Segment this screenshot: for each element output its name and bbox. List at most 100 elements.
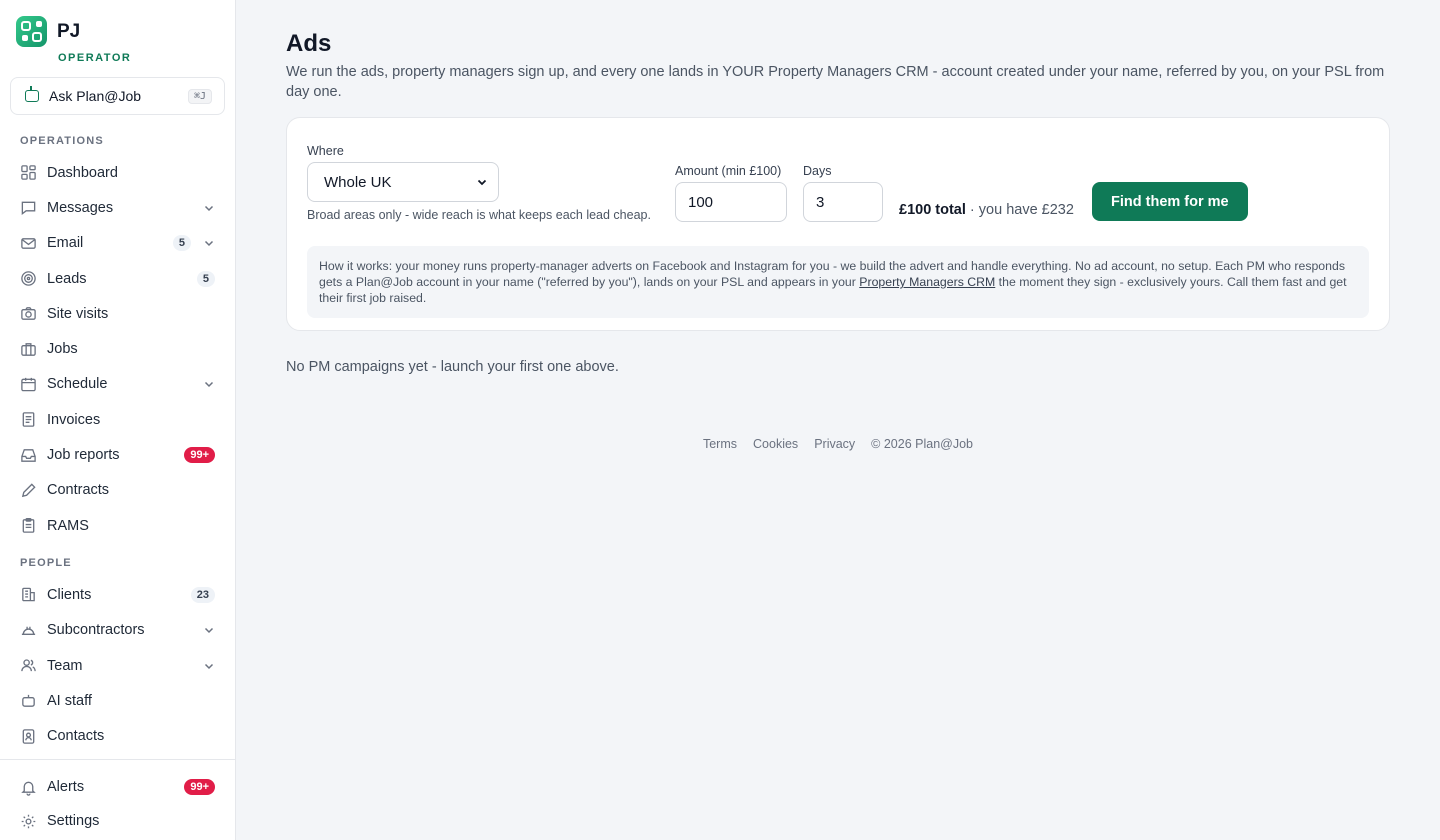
sidebar-item-label: AI staff <box>47 692 92 709</box>
clipboard-icon <box>22 518 35 533</box>
footer-copyright: © 2026 Plan@Job <box>871 437 973 451</box>
target-icon <box>21 271 36 286</box>
sidebar-footer: Alerts 99+ Settings <box>0 759 235 840</box>
main-content: Ads We run the ads, property managers si… <box>236 0 1440 840</box>
leads-count-badge: 5 <box>196 270 215 287</box>
days-input[interactable] <box>803 182 883 222</box>
find-them-button[interactable]: Find them for me <box>1092 182 1248 221</box>
sidebar-item-label: Jobs <box>47 341 78 358</box>
days-field: Days <box>803 164 883 222</box>
sidebar-item-team[interactable]: Team <box>10 648 225 683</box>
chevron-down-icon <box>477 179 487 186</box>
dashboard-icon <box>21 165 36 180</box>
brand-logo-icon <box>16 16 47 47</box>
budget-balance: · you have £232 <box>965 202 1074 218</box>
inbox-icon <box>21 448 36 462</box>
budget-total-amount: £100 total <box>899 202 966 218</box>
robot-icon <box>22 695 35 708</box>
sidebar-item-settings[interactable]: Settings <box>10 804 225 838</box>
sidebar-item-site-visits[interactable]: Site visits <box>10 296 225 331</box>
sidebar-item-email[interactable]: Email 5 <box>10 226 225 261</box>
sidebar-item-contracts[interactable]: Contracts <box>10 473 225 508</box>
empty-campaigns-message: No PM campaigns yet - launch your first … <box>286 359 619 375</box>
sidebar-item-alerts[interactable]: Alerts 99+ <box>10 770 225 804</box>
footer-privacy-link[interactable]: Privacy <box>814 437 855 451</box>
where-field: Where Whole UK Broad areas only - wide r… <box>307 144 651 222</box>
chevron-down-icon <box>204 205 214 211</box>
sidebar-item-subcontractors[interactable]: Subcontractors <box>10 613 225 648</box>
shortcut-hint: ⌘J <box>187 88 212 104</box>
sidebar-item-clients[interactable]: Clients 23 <box>10 577 225 612</box>
sidebar-item-label: Site visits <box>47 305 109 322</box>
sidebar-item-ai-staff[interactable]: AI staff <box>10 683 225 718</box>
sidebar: PJ OPERATOR Ask Plan@Job ⌘J OPERATIONS D… <box>0 0 236 840</box>
camera-icon <box>21 307 36 321</box>
gear-icon <box>21 814 36 828</box>
job-reports-badge: 99+ <box>184 447 215 464</box>
sidebar-item-label: Team <box>47 657 83 674</box>
where-hint: Broad areas only - wide reach is what ke… <box>307 208 651 222</box>
sidebar-item-label: Leads <box>47 270 87 287</box>
pen-icon <box>21 483 36 497</box>
sidebar-item-label: Subcontractors <box>47 622 145 639</box>
footer-cookies-link[interactable]: Cookies <box>753 437 798 451</box>
campaign-form: Where Whole UK Broad areas only - wide r… <box>307 144 1369 236</box>
budget-total: £100 total · you have £232 <box>899 202 1074 218</box>
sidebar-item-schedule[interactable]: Schedule <box>10 367 225 402</box>
sidebar-item-messages[interactable]: Messages <box>10 190 225 225</box>
page-subtitle: We run the ads, property managers sign u… <box>286 64 1385 100</box>
contact-book-icon <box>22 728 35 744</box>
sidebar-item-dashboard[interactable]: Dashboard <box>10 155 225 190</box>
where-select-value: Whole UK <box>324 173 392 191</box>
clients-count-badge: 23 <box>190 586 215 603</box>
sidebar-item-label: Email <box>47 235 84 252</box>
page-title: Ads <box>286 30 332 57</box>
chevron-down-icon <box>204 382 214 388</box>
sidebar-item-label: Contacts <box>47 728 105 745</box>
app-shell: PJ OPERATOR Ask Plan@Job ⌘J OPERATIONS D… <box>0 0 1440 840</box>
robot-icon <box>25 86 39 102</box>
brand-role: OPERATOR <box>58 52 132 64</box>
sidebar-item-label: Job reports <box>47 447 120 464</box>
sidebar-item-label: Contracts <box>47 482 110 499</box>
section-label-operations: OPERATIONS <box>20 135 104 147</box>
sidebar-item-label: Alerts <box>47 779 85 795</box>
sidebar-item-contacts[interactable]: Contacts <box>10 718 225 753</box>
amount-label: Amount (min £100) <box>675 164 782 178</box>
amount-field: Amount (min £100) <box>675 164 787 222</box>
ask-assistant-label: Ask Plan@Job <box>49 88 142 104</box>
nav-people: Clients 23 Subcontractors Team AI staff … <box>0 577 235 753</box>
briefcase-icon <box>21 342 36 356</box>
invoice-icon <box>22 412 35 427</box>
sidebar-item-label: Messages <box>47 199 114 216</box>
chevron-down-icon <box>204 241 214 247</box>
building-icon <box>22 588 35 602</box>
sidebar-item-invoices[interactable]: Invoices <box>10 402 225 437</box>
bell-icon <box>21 781 36 796</box>
chevron-down-icon <box>204 663 214 669</box>
sidebar-item-label: Dashboard <box>47 164 118 181</box>
sidebar-item-leads[interactable]: Leads 5 <box>10 261 225 296</box>
sidebar-item-jobs[interactable]: Jobs <box>10 331 225 366</box>
property-managers-crm-link[interactable]: Property Managers CRM <box>859 275 995 289</box>
mail-icon <box>21 237 36 249</box>
ask-assistant-button[interactable]: Ask Plan@Job ⌘J <box>10 77 225 115</box>
amount-input[interactable] <box>675 182 787 222</box>
where-select[interactable]: Whole UK <box>307 162 499 202</box>
message-icon <box>21 202 36 216</box>
campaign-card: Where Whole UK Broad areas only - wide r… <box>286 117 1390 331</box>
calendar-icon <box>21 377 36 392</box>
hard-hat-icon <box>21 626 36 635</box>
footer-terms-link[interactable]: Terms <box>703 437 737 451</box>
page-footer: Terms Cookies Privacy © 2026 Plan@Job <box>286 437 1390 451</box>
nav-operations: Dashboard Messages Email 5 Leads 5 Site … <box>0 155 235 543</box>
days-label: Days <box>803 164 832 178</box>
sidebar-item-rams[interactable]: RAMS <box>10 508 225 543</box>
sidebar-item-job-reports[interactable]: Job reports 99+ <box>10 437 225 472</box>
how-it-works-note: How it works: your money runs property-m… <box>307 246 1369 318</box>
chevron-down-icon <box>204 628 214 634</box>
sidebar-item-label: Schedule <box>47 376 108 393</box>
users-icon <box>21 659 36 672</box>
sidebar-item-label: RAMS <box>47 517 89 534</box>
alerts-badge: 99+ <box>184 779 215 795</box>
